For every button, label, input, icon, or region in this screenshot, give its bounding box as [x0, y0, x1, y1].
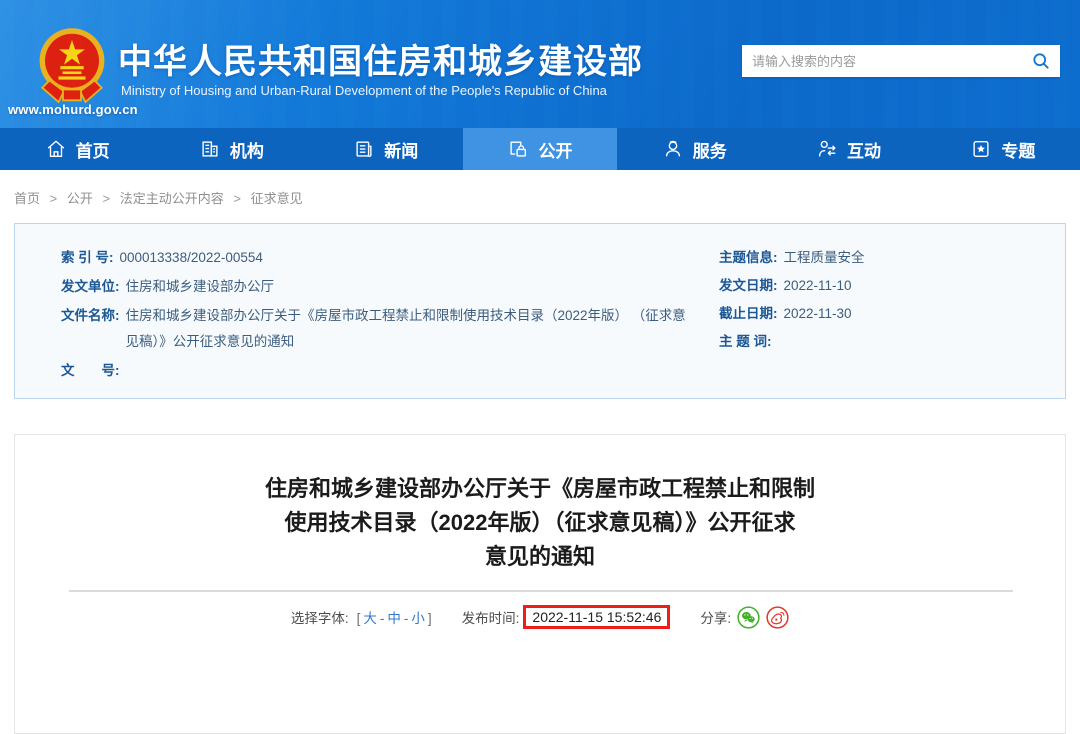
nav-label: 机构 [230, 137, 264, 162]
search-button[interactable] [1022, 45, 1060, 77]
nav-label: 新闻 [384, 137, 418, 162]
search-input[interactable] [742, 54, 1022, 69]
wechat-share-icon[interactable] [737, 606, 760, 629]
meta-row-issuing-unit: 发文单位: 住房和城乡建设部办公厅 [61, 277, 689, 300]
search-box [742, 45, 1060, 77]
nav-label: 首页 [76, 137, 110, 162]
building-icon [199, 138, 221, 160]
share-group: 分享: [700, 606, 789, 629]
interaction-arrows-icon [816, 138, 838, 160]
meta-label: 截止日期: [719, 304, 778, 324]
nav-label: 互动 [847, 137, 881, 162]
article-title-line: 意见的通知 [160, 540, 920, 574]
meta-label: 索 引 号: [61, 248, 114, 271]
search-icon [1031, 51, 1051, 71]
meta-row-keywords: 主 题 词: [719, 332, 1019, 352]
publish-timestamp-highlighted: 2022-11-15 15:52:46 [523, 605, 670, 629]
nav-item-interaction[interactable]: 互动 [771, 128, 925, 170]
font-size-medium[interactable]: 中 [387, 611, 401, 626]
breadcrumb-disclosure[interactable]: 公开 [67, 191, 93, 206]
breadcrumb-comments[interactable]: 征求意见 [251, 191, 303, 206]
site-subtitle-en: Ministry of Housing and Urban-Rural Deve… [121, 83, 607, 98]
site-header: www.mohurd.gov.cn 中华人民共和国住房和城乡建设部 Minist… [0, 0, 1080, 128]
nav-item-home[interactable]: 首页 [0, 128, 154, 170]
meta-value: 住房和城乡建设部办公厅 [126, 274, 275, 300]
meta-row-topic-info: 主题信息: 工程质量安全 [719, 248, 1019, 268]
meta-row-doc-name: 文件名称: 住房和城乡建设部办公厅关于《房屋市政工程禁止和限制使用技术目录（20… [61, 306, 689, 355]
document-meta-panel: 索 引 号: 000013338/2022-00554 发文单位: 住房和城乡建… [14, 223, 1066, 399]
site-title: 中华人民共和国住房和城乡建设部 [118, 34, 643, 83]
breadcrumb-statutory[interactable]: 法定主动公开内容 [120, 191, 224, 206]
nav-label: 服务 [693, 137, 727, 162]
nav-item-news[interactable]: 新闻 [309, 128, 463, 170]
title-divider [69, 590, 1013, 592]
nav-item-org[interactable]: 机构 [154, 128, 308, 170]
article-title: 住房和城乡建设部办公厅关于《房屋市政工程禁止和限制 使用技术目录（2022年版）… [160, 472, 920, 574]
article-title-line: 住房和城乡建设部办公厅关于《房屋市政工程禁止和限制 [160, 472, 920, 506]
publish-time-label: 发布时间: [462, 607, 520, 627]
nav-label: 专题 [1001, 137, 1035, 162]
weibo-share-icon[interactable] [766, 606, 789, 629]
meta-value: 工程质量安全 [784, 248, 865, 268]
article-toolbar: 选择字体: [大-中-小] 发布时间: 2022-11-15 15:52:46 … [15, 605, 1065, 629]
meta-label: 主题信息: [719, 248, 778, 268]
article-title-line: 使用技术目录（2022年版）（征求意见稿）》公开征求 [160, 506, 920, 540]
nav-item-services[interactable]: 服务 [617, 128, 771, 170]
nav-item-disclosure[interactable]: 公开 [463, 128, 617, 170]
article-panel: 住房和城乡建设部办公厅关于《房屋市政工程禁止和限制 使用技术目录（2022年版）… [14, 434, 1066, 734]
font-size-small[interactable]: 小 [411, 611, 425, 626]
document-lock-icon [507, 138, 529, 160]
meta-right-column: 主题信息: 工程质量安全 发文日期: 2022-11-10 截止日期: 2022… [719, 248, 1019, 380]
breadcrumb: 首页 > 公开 > 法定主动公开内容 > 征求意见 [0, 170, 1080, 223]
main-nav: 首页 机构 新闻 公开 服务 互动 [0, 128, 1080, 170]
meta-value: 住房和城乡建设部办公厅关于《房屋市政工程禁止和限制使用技术目录（2022年版） … [126, 303, 690, 355]
font-size-selector: [大-中-小] [357, 607, 432, 627]
meta-row-issue-date: 发文日期: 2022-11-10 [719, 276, 1019, 296]
meta-label: 发文单位: [61, 277, 120, 300]
font-select-label: 选择字体: [291, 607, 349, 627]
publish-time-group: 发布时间: 2022-11-15 15:52:46 [462, 605, 671, 629]
breadcrumb-home[interactable]: 首页 [14, 191, 40, 206]
font-size-large[interactable]: 大 [363, 611, 377, 626]
meta-row-index: 索 引 号: 000013338/2022-00554 [61, 248, 689, 271]
meta-label: 文 号: [61, 361, 120, 381]
meta-value: 2022-11-10 [784, 276, 852, 296]
home-icon [45, 138, 67, 160]
meta-value: 000013338/2022-00554 [120, 245, 263, 271]
star-badge-icon [970, 138, 992, 160]
nav-item-topics[interactable]: 专题 [926, 128, 1080, 170]
national-emblem-logo [36, 26, 108, 113]
meta-value: 2022-11-30 [784, 304, 852, 324]
site-url: www.mohurd.gov.cn [8, 102, 138, 117]
meta-left-column: 索 引 号: 000013338/2022-00554 发文单位: 住房和城乡建… [61, 248, 719, 380]
meta-row-doc-number: 文 号: [61, 361, 689, 381]
newspaper-icon [353, 138, 375, 160]
meta-row-deadline: 截止日期: 2022-11-30 [719, 304, 1019, 324]
meta-label: 发文日期: [719, 276, 778, 296]
meta-label: 文件名称: [61, 306, 120, 355]
person-service-icon [662, 138, 684, 160]
meta-label: 主 题 词: [719, 332, 772, 352]
nav-label: 公开 [538, 137, 572, 162]
share-label: 分享: [700, 607, 731, 627]
